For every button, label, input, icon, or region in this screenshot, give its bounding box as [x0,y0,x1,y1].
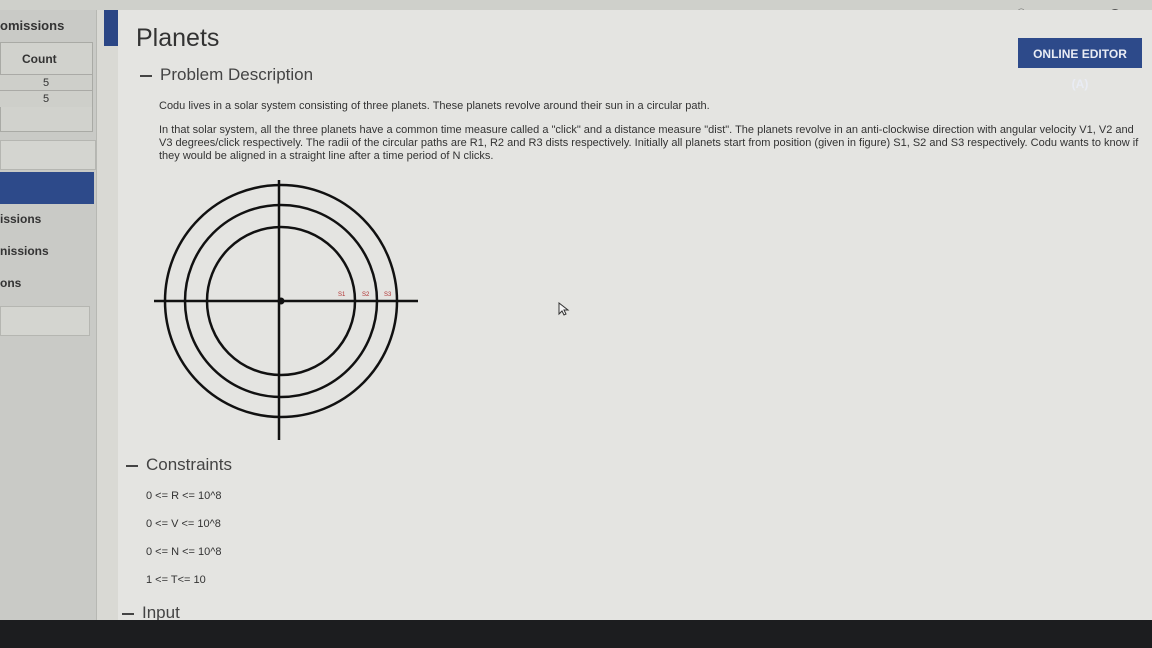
collapse-icon[interactable] [140,74,152,77]
problem-description-label: Problem Description [160,65,314,84]
page-title: Planets [136,24,220,52]
description-paragraph: In that solar system, all the three plan… [159,124,1139,162]
constraint-item: 0 <= N <= 10^8 [146,546,222,558]
s3-label: S3 [384,292,392,298]
sidebar-active-item[interactable] [0,172,94,204]
sidebar-blank-box [0,306,90,336]
count-row: 5 [0,74,92,91]
browser-top-strip [0,0,1152,10]
count-label: Count [22,52,57,66]
problem-description-heading[interactable]: Problem Description [140,65,313,85]
orbit-diagram: S1 S2 S3 [154,180,418,440]
sidebar-item[interactable]: issions [0,212,41,226]
sidebar-item[interactable]: nissions [0,244,49,258]
collapse-icon[interactable] [122,612,134,615]
sidebar: omissions Count 5 5 issions nissions ons [0,10,97,620]
s2-label: S2 [362,292,370,298]
online-editor-button[interactable]: ONLINE EDITOR (A) [1018,38,1142,91]
sidebar-blank-box [0,140,96,170]
constraints-heading[interactable]: Constraints [126,455,232,475]
constraint-item: 1 <= T<= 10 [146,574,206,586]
constraint-item: 0 <= V <= 10^8 [146,518,221,530]
count-row: 5 [0,90,92,107]
constraint-item: 0 <= R <= 10^8 [146,490,222,502]
problem-panel: Planets ONLINE EDITOR (A) Problem Descri… [118,10,1152,622]
sidebar-title: omissions [0,18,65,33]
screen-bezel [0,620,1152,648]
sidebar-item[interactable]: ons [0,276,21,290]
constraints-label: Constraints [146,455,232,474]
description-paragraph: Codu lives in a solar system consisting … [159,100,710,112]
collapse-icon[interactable] [126,464,138,467]
s1-label: S1 [338,292,346,298]
accent-bar [104,10,118,46]
mouse-cursor-icon [558,302,570,316]
sun-dot [277,297,285,305]
